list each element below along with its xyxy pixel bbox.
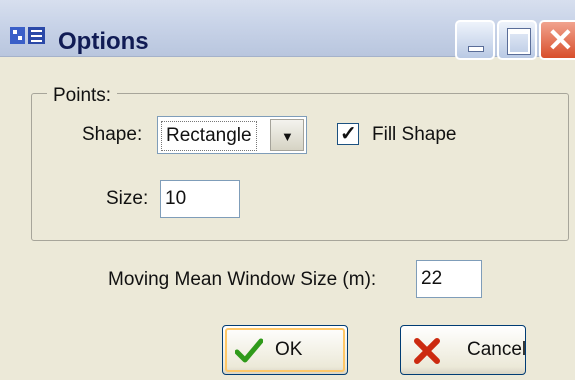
cancel-label: Cancel	[467, 339, 527, 360]
shape-label: Shape:	[82, 124, 143, 145]
green-check-icon	[235, 338, 263, 363]
minimize-button[interactable]	[455, 20, 495, 60]
cancel-button[interactable]: Cancel	[400, 325, 526, 375]
app-icon	[10, 27, 45, 44]
moving-mean-label: Moving Mean Window Size (m):	[108, 269, 377, 290]
close-icon: ✕	[547, 22, 574, 58]
close-button[interactable]: ✕	[539, 20, 575, 60]
ok-button[interactable]: OK	[222, 325, 348, 375]
points-group-legend: Points:	[47, 85, 118, 107]
chevron-down-icon: ▼	[281, 129, 294, 144]
size-input[interactable]: 10	[160, 180, 240, 218]
moving-mean-input[interactable]: 22	[416, 260, 482, 298]
shape-dropdown-button[interactable]: ▼	[270, 119, 304, 151]
red-x-icon	[414, 338, 440, 364]
size-label: Size:	[106, 188, 149, 209]
maximize-button[interactable]	[497, 20, 537, 60]
fill-shape-label[interactable]: Fill Shape	[372, 124, 457, 146]
options-dialog: Options ✕ Points: Shape: Rectangle ▼ ✓ F…	[0, 0, 575, 380]
minimize-icon	[468, 46, 484, 52]
shape-dropdown[interactable]: Rectangle ▼	[157, 116, 307, 154]
window-title: Options	[58, 28, 149, 55]
title-bar[interactable]: Options ✕	[0, 0, 575, 60]
shape-dropdown-value: Rectangle	[161, 121, 257, 151]
checkmark-icon: ✓	[340, 123, 357, 145]
fill-shape-checkbox[interactable]: ✓	[337, 123, 359, 145]
ok-label: OK	[275, 339, 303, 360]
maximize-icon	[507, 28, 531, 55]
